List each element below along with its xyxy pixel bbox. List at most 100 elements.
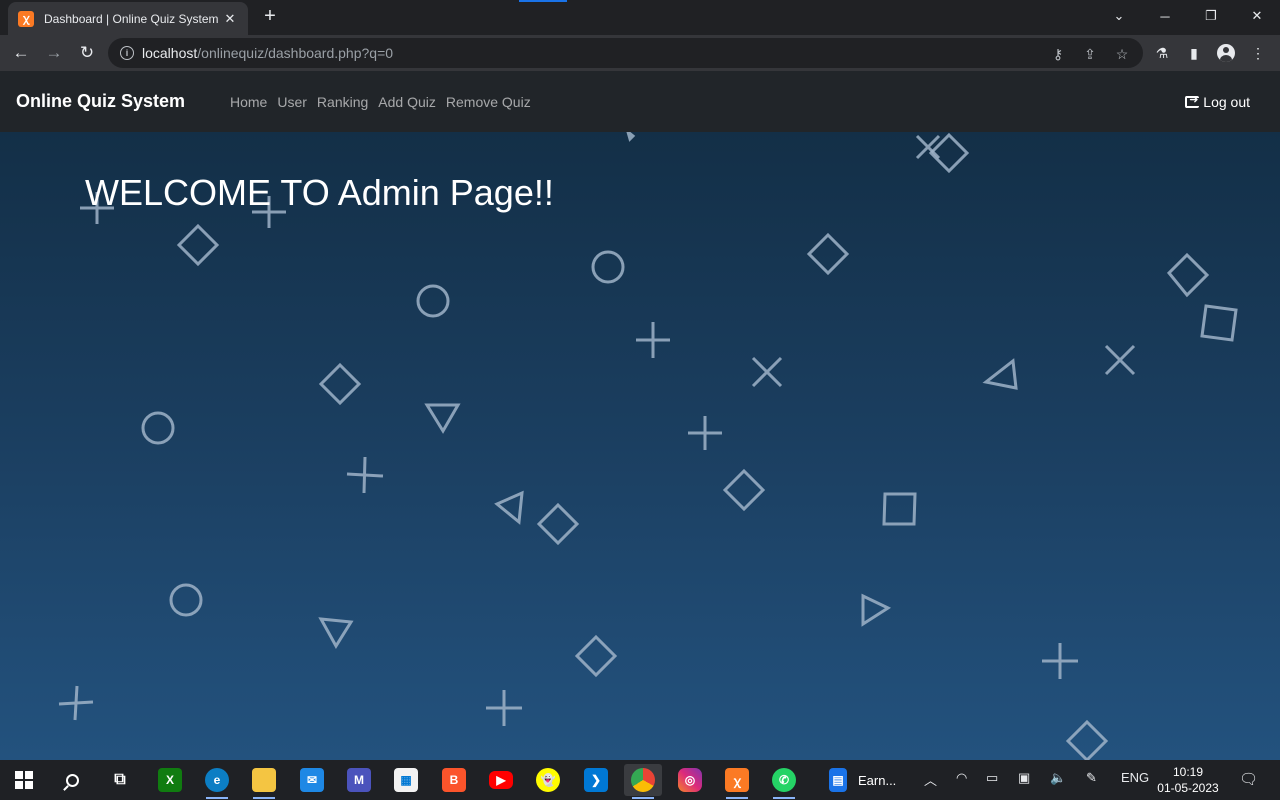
- close-window-icon[interactable]: ✕: [1234, 0, 1280, 32]
- back-icon[interactable]: ←: [8, 40, 34, 66]
- diamond-shape: [536, 502, 580, 546]
- store-icon: ▦: [394, 768, 418, 792]
- reload-icon[interactable]: ↻: [74, 40, 100, 66]
- vscode-app[interactable]: ❯: [577, 764, 615, 796]
- browser-tab-strip: ꭓ Dashboard | Online Quiz System ✕ + ⌄ ─…: [0, 0, 1280, 35]
- tab-search-icon[interactable]: ⌄: [1096, 0, 1142, 32]
- whatsapp-app[interactable]: ✆: [765, 764, 803, 799]
- main-content: WELCOME TO Admin Page!!: [0, 132, 1280, 760]
- extension-lab-icon[interactable]: ⚗: [1151, 42, 1173, 64]
- clock[interactable]: 10:19 01-05-2023: [1150, 764, 1226, 796]
- cross-shape: [486, 690, 522, 726]
- xbox-app[interactable]: X: [151, 764, 189, 796]
- battery-icon[interactable]: ▭: [986, 770, 998, 786]
- cross-shape: [346, 456, 384, 494]
- profile-avatar[interactable]: [1215, 42, 1237, 64]
- pen-icon[interactable]: ✎: [1086, 770, 1097, 786]
- diamond-shape: [318, 362, 362, 406]
- logout-icon: [1185, 93, 1200, 108]
- address-bar[interactable]: i localhost/onlinequiz/dashboard.php?q=0…: [108, 38, 1143, 68]
- triangle-shape: [861, 593, 892, 627]
- youtube-icon: ▶: [489, 771, 513, 789]
- new-tab-button[interactable]: +: [260, 6, 280, 26]
- snapchat-app[interactable]: 👻: [529, 764, 567, 796]
- site-info-icon[interactable]: i: [120, 46, 134, 60]
- tab-strip-accent: [519, 0, 567, 2]
- clock-time: 10:19: [1172, 765, 1204, 779]
- chrome-dev-app[interactable]: [624, 764, 662, 799]
- site-brand[interactable]: Online Quiz System: [16, 91, 185, 112]
- browser-tab-dashboard[interactable]: ꭓ Dashboard | Online Quiz System ✕: [8, 2, 248, 35]
- instagram-app[interactable]: ◎: [671, 764, 709, 796]
- cross-shape: [1042, 643, 1078, 679]
- search-button[interactable]: [53, 764, 91, 796]
- document-app[interactable]: ▤: [819, 764, 857, 796]
- square-shape: [1200, 304, 1238, 342]
- search-icon: [65, 773, 79, 787]
- profile-icon: [1217, 44, 1235, 62]
- circle-shape: [141, 411, 175, 445]
- edge-app[interactable]: e: [198, 764, 236, 799]
- edge-icon: e: [205, 768, 229, 792]
- welcome-heading: WELCOME TO Admin Page!!: [85, 172, 554, 213]
- document-window-label[interactable]: Earn...: [858, 773, 896, 788]
- logout-button[interactable]: Log out: [1185, 93, 1250, 110]
- cross-shape: [58, 685, 94, 721]
- teams-app[interactable]: M: [340, 764, 378, 796]
- whatsapp-icon: ✆: [772, 768, 796, 792]
- minimize-icon[interactable]: ─: [1142, 0, 1188, 32]
- close-tab-icon[interactable]: ✕: [222, 11, 238, 27]
- square-shape: [882, 492, 917, 526]
- diamond-shape: [176, 223, 220, 267]
- nav-link-ranking[interactable]: Ranking: [317, 94, 368, 110]
- mail-app[interactable]: ✉: [293, 764, 331, 796]
- teams-icon: M: [347, 768, 371, 792]
- forward-icon[interactable]: →: [41, 40, 67, 66]
- volume-icon[interactable]: 🔈: [1050, 770, 1066, 786]
- language-indicator[interactable]: ENG: [1121, 770, 1149, 785]
- circle-shape: [169, 583, 203, 617]
- restore-icon[interactable]: ❐: [1188, 0, 1234, 32]
- bookmark-star-icon[interactable]: ☆: [1112, 44, 1132, 64]
- circle-shape: [591, 250, 625, 284]
- brave-app[interactable]: B: [435, 764, 473, 796]
- windows-icon: [15, 771, 33, 789]
- diamond-shape: [806, 232, 850, 276]
- task-view-icon: ⧉: [114, 771, 126, 788]
- microsoft-store-app[interactable]: ▦: [387, 764, 425, 796]
- logout-label: Log out: [1203, 94, 1250, 110]
- start-button[interactable]: [5, 764, 43, 796]
- vscode-icon: ❯: [584, 768, 608, 792]
- nav-link-home[interactable]: Home: [230, 94, 267, 110]
- nav-link-user[interactable]: User: [277, 94, 307, 110]
- meet-now-icon[interactable]: ▣: [1018, 770, 1030, 786]
- share-icon[interactable]: ⇪: [1080, 44, 1100, 64]
- mail-icon: ✉: [300, 768, 324, 792]
- chrome-dev-icon: [631, 768, 655, 792]
- youtube-app[interactable]: ▶: [482, 764, 520, 796]
- notifications-icon[interactable]: 🗨: [1239, 770, 1258, 788]
- menu-kebab-icon[interactable]: ⋮: [1247, 42, 1269, 64]
- nav-links: Home User Ranking Add Quiz Remove Quiz: [230, 94, 531, 110]
- tab-title: Dashboard | Online Quiz System: [44, 11, 219, 26]
- password-key-icon[interactable]: ⚷: [1048, 44, 1068, 64]
- diamond-shape: [1065, 719, 1109, 760]
- nav-link-add-quiz[interactable]: Add Quiz: [378, 94, 436, 110]
- triangle-shape: [318, 617, 354, 649]
- task-view-button[interactable]: ⧉: [101, 764, 139, 796]
- folder-icon: [252, 768, 276, 792]
- side-panel-icon[interactable]: ▮: [1183, 42, 1205, 64]
- nav-link-remove-quiz[interactable]: Remove Quiz: [446, 94, 531, 110]
- xampp-icon: ꭓ: [18, 10, 34, 27]
- show-hidden-icons-chevron-icon[interactable]: ︿: [924, 770, 937, 789]
- windows-taskbar: ⧉ X e ✉ M ▦ B ▶ 👻 ❯ ◎ ꭓ ✆ ▤ Earn... ︿ ◠ …: [0, 760, 1280, 800]
- diamond-shape: [1166, 252, 1210, 298]
- document-icon: ▤: [829, 768, 847, 792]
- diamond-shape: [722, 468, 766, 512]
- url-text: localhost/onlinequiz/dashboard.php?q=0: [142, 45, 394, 61]
- wifi-icon[interactable]: ◠: [956, 770, 967, 786]
- cross-shape: [1104, 344, 1136, 376]
- file-explorer-app[interactable]: [245, 764, 283, 799]
- instagram-icon: ◎: [678, 768, 702, 792]
- xampp-app[interactable]: ꭓ: [718, 764, 756, 799]
